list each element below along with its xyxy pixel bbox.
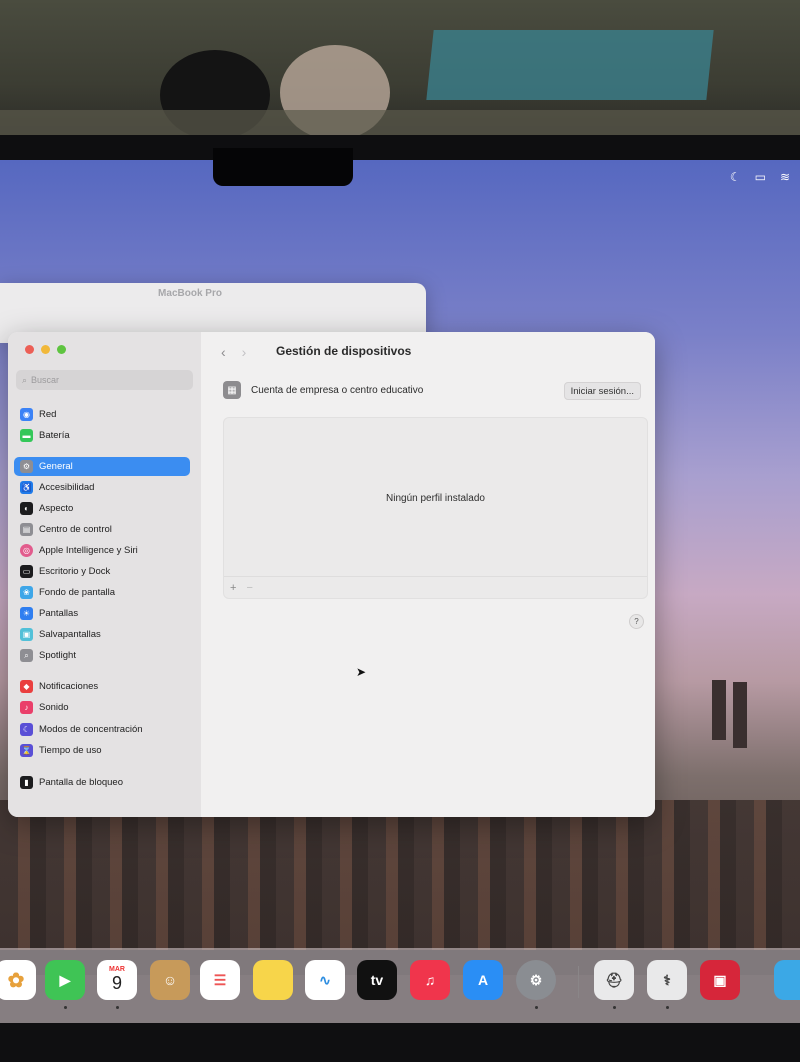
freeform-icon[interactable]: ∿ — [305, 960, 345, 1000]
running-indicator — [64, 1006, 67, 1009]
system-information-icon[interactable]: ⚕ — [647, 960, 687, 1000]
photo-booth-icon[interactable]: ▣ — [700, 960, 740, 1000]
wallpaper-tower — [733, 682, 747, 748]
sound-icon: ♪ — [20, 701, 33, 714]
room-background — [0, 0, 800, 140]
display-icon: ☀ — [20, 607, 33, 620]
back-arrow-icon[interactable]: ‹ — [221, 344, 226, 360]
spotlight-icon: ⌕ — [20, 649, 33, 662]
sidebar-item-apple-intelligence[interactable]: ◎ Apple Intelligence y Siri — [14, 541, 190, 560]
apple-tv-icon[interactable]: tv — [357, 960, 397, 1000]
dock-divider — [578, 966, 579, 998]
dock-icon: ▭ — [20, 565, 33, 578]
sidebar-item-pantalla-de-bloqueo[interactable]: ▮ Pantalla de bloqueo — [14, 773, 190, 792]
laptop-bottom-bezel — [0, 1023, 800, 1062]
sidebar-item-accesibilidad[interactable]: ♿ Accesibilidad — [14, 478, 190, 497]
camera-notch — [213, 148, 353, 186]
sidebar-item-sonido[interactable]: ♪ Sonido — [14, 698, 190, 717]
sign-in-button[interactable]: Iniciar sesión... — [563, 382, 641, 400]
app-store-icon[interactable]: A — [463, 960, 503, 1000]
profiles-footer: + − — [224, 576, 647, 598]
disk-utility-icon[interactable]: ⛑ — [594, 960, 634, 1000]
system-settings-window[interactable]: ⌕ Buscar ◉ Red ▬ Batería ⚙ General ♿ Acc… — [8, 332, 655, 817]
network-icon: ◉ — [20, 408, 33, 421]
zoom-button[interactable] — [57, 345, 66, 354]
profiles-list: Ningún perfil instalado + − — [223, 417, 648, 599]
sidebar-item-notificaciones[interactable]: ◆ Notificaciones — [14, 677, 190, 696]
sidebar-item-tiempo-de-uso[interactable]: ⌛ Tiempo de uso — [14, 741, 190, 760]
sidebar-item-red[interactable]: ◉ Red — [14, 405, 190, 424]
sidebar-item-escritorio-dock[interactable]: ▭ Escritorio y Dock — [14, 562, 190, 581]
system-settings-icon[interactable]: ⚙ — [516, 960, 556, 1000]
sidebar-item-salvapantallas[interactable]: ▣ Salvapantallas — [14, 625, 190, 644]
gear-icon: ⚙ — [20, 460, 33, 473]
battery-icon: ▬ — [20, 429, 33, 442]
appearance-icon: ◐ — [20, 502, 33, 515]
dock: ✿ ▶ MAR 9 ☺ ☰ ∿ tv ♫ A ⚙ ⛑ ⚕ ▣ — [0, 948, 800, 1023]
search-placeholder: Buscar — [31, 375, 60, 385]
search-icon: ⌕ — [22, 374, 28, 385]
sidebar-item-aspecto[interactable]: ◐ Aspecto — [14, 499, 190, 518]
music-icon[interactable]: ♫ — [410, 960, 450, 1000]
close-button[interactable] — [25, 345, 34, 354]
screensaver-icon: ▣ — [20, 628, 33, 641]
sidebar-item-general[interactable]: ⚙ General — [14, 457, 190, 476]
sidebar-item-fondo-de-pantalla[interactable]: ❀ Fondo de pantalla — [14, 583, 190, 602]
settings-content: ‹ › Gestión de dispositivos ▦ Cuenta de … — [201, 332, 655, 817]
notifications-icon: ◆ — [20, 680, 33, 693]
calendar-icon[interactable]: MAR 9 — [97, 960, 137, 1000]
mouse-pointer-icon: ➤ — [356, 665, 367, 679]
search-field[interactable]: ⌕ Buscar — [16, 370, 193, 390]
minimize-button[interactable] — [41, 345, 50, 354]
finder-icon[interactable] — [774, 960, 800, 1000]
lock-screen-icon: ▮ — [20, 776, 33, 789]
settings-sidebar: ⌕ Buscar ◉ Red ▬ Batería ⚙ General ♿ Acc… — [8, 332, 201, 817]
running-indicator — [666, 1006, 669, 1009]
sidebar-item-pantallas[interactable]: ☀ Pantallas — [14, 604, 190, 623]
moon-icon[interactable]: ☾ — [730, 170, 741, 184]
window-controls — [25, 345, 66, 354]
empty-profiles-text: Ningún perfil instalado — [386, 493, 485, 504]
wallpaper-icon: ❀ — [20, 586, 33, 599]
remove-profile-button[interactable]: − — [246, 582, 252, 594]
notes-icon[interactable] — [253, 960, 293, 1000]
running-indicator — [116, 1006, 119, 1009]
forward-arrow-icon[interactable]: › — [242, 344, 247, 360]
about-window-title: MacBook Pro — [158, 288, 222, 299]
wifi-icon[interactable]: ≋ — [780, 170, 790, 184]
focus-icon: ☾ — [20, 723, 33, 736]
tv-label: tv — [370, 972, 384, 988]
add-profile-button[interactable]: + — [230, 582, 236, 594]
wallpaper-city — [0, 800, 800, 950]
navigation-arrows: ‹ › — [221, 344, 246, 360]
accessibility-icon: ♿ — [20, 481, 33, 494]
contacts-icon[interactable]: ☺ — [150, 960, 190, 1000]
calendar-month: MAR — [109, 966, 125, 973]
running-indicator — [535, 1006, 538, 1009]
sidebar-item-bateria[interactable]: ▬ Batería — [14, 426, 190, 445]
battery-icon[interactable]: ▭ — [755, 170, 766, 184]
background-poster — [426, 30, 714, 100]
facetime-icon[interactable]: ▶ — [45, 960, 85, 1000]
sidebar-item-spotlight[interactable]: ⌕ Spotlight — [14, 646, 190, 665]
page-title: Gestión de dispositivos — [276, 344, 412, 358]
sidebar-item-centro-de-control[interactable]: ▤ Centro de control — [14, 520, 190, 539]
running-indicator — [613, 1006, 616, 1009]
siri-icon: ◎ — [20, 544, 33, 557]
account-row: ▦ Cuenta de empresa o centro educativo I… — [223, 378, 641, 402]
menubar-status: ☾ ▭ ≋ — [730, 170, 790, 184]
calendar-day: 9 — [111, 973, 122, 993]
reminders-icon[interactable]: ☰ — [200, 960, 240, 1000]
sidebar-item-modos-concentracion[interactable]: ☾ Modos de concentración — [14, 720, 190, 739]
wallpaper-tower — [712, 680, 726, 740]
help-button[interactable]: ? — [629, 614, 644, 629]
screen-time-icon: ⌛ — [20, 744, 33, 757]
control-center-icon: ▤ — [20, 523, 33, 536]
building-icon: ▦ — [223, 381, 241, 399]
account-label: Cuenta de empresa o centro educativo — [251, 384, 424, 396]
photos-icon[interactable]: ✿ — [0, 960, 36, 1000]
